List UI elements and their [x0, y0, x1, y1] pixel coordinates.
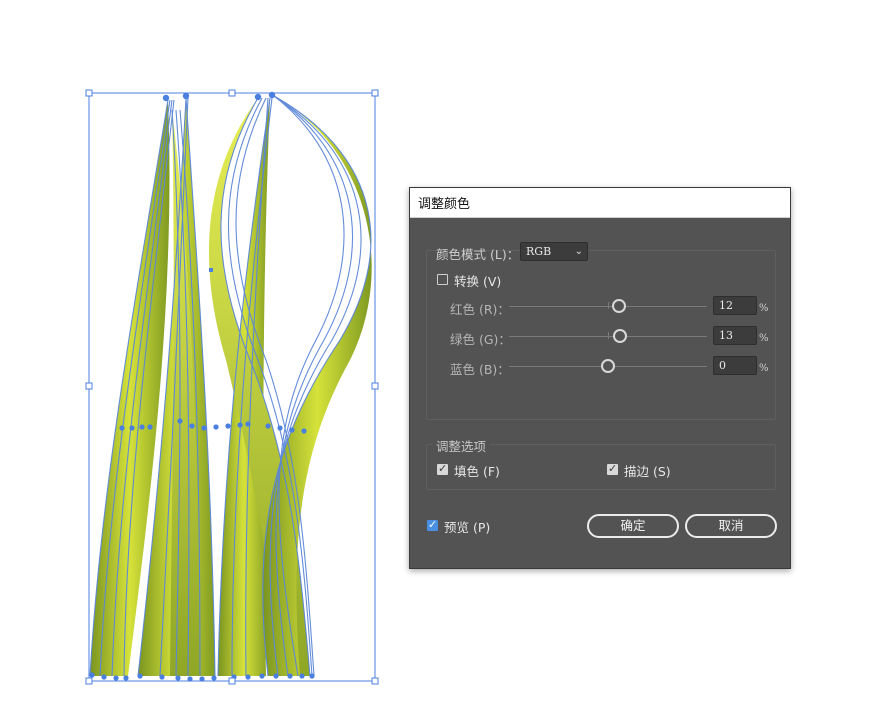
anchor-point-icon [139, 424, 145, 430]
bounding-handle-icon [371, 89, 379, 97]
bounding-handle-icon [371, 382, 379, 390]
anchor-point-icon [123, 675, 129, 681]
ok-button[interactable]: 确定 [587, 514, 679, 538]
anchor-point-icon [175, 675, 181, 681]
anchor-point-icon [177, 418, 183, 424]
bounding-handle-icon [228, 89, 236, 97]
green-value-field[interactable]: 13 [713, 326, 757, 345]
anchor-point-icon [101, 674, 107, 680]
green-slider-center-tick [608, 332, 609, 339]
anchor-point-icon [273, 673, 279, 679]
bounding-handle-icon [85, 89, 93, 97]
anchor-point-icon [265, 423, 271, 429]
options-legend: 调整选项 [432, 436, 491, 455]
green-label: 绿色 (G)： [450, 332, 511, 347]
anchor-point-icon [309, 673, 315, 679]
stroke-checkbox[interactable]: ✓ [607, 462, 618, 475]
anchor-point-icon [211, 675, 217, 681]
blue-label: 蓝色 (B)： [450, 362, 510, 377]
red-value-field[interactable]: 12 [713, 296, 757, 315]
convert-checkbox[interactable] [437, 274, 448, 285]
fill-label: 填色 (F) [454, 464, 500, 479]
check-icon: ✓ [608, 462, 618, 475]
anchor-point-icon [237, 422, 243, 428]
anchor-point-icon [189, 423, 195, 429]
anchor-point-icon [245, 674, 251, 680]
anchor-point-icon [147, 424, 153, 430]
convert-label: 转换 (V) [454, 274, 502, 289]
dialog-title: 调整颜色 [418, 197, 471, 212]
green-slider-thumb[interactable] [613, 329, 627, 343]
green-value: 13 [719, 329, 733, 342]
anchor-point-icon [277, 425, 283, 431]
green-unit: % [759, 333, 769, 344]
preview-checkbox[interactable]: ✓ [427, 518, 438, 531]
anchor-point-icon [289, 427, 295, 433]
bounding-handle-icon [85, 382, 93, 390]
anchor-point-icon [254, 93, 262, 101]
center-point-icon [209, 268, 213, 272]
bounding-handle-icon [228, 677, 236, 685]
anchor-point-icon [162, 94, 170, 102]
anchor-point-icon [119, 425, 125, 431]
check-icon: ✓ [428, 518, 438, 531]
check-icon: ✓ [438, 462, 448, 475]
stroke-label: 描边 (S) [624, 464, 671, 479]
red-label: 红色 (R)： [450, 302, 510, 317]
anchor-point-icon [245, 421, 251, 427]
anchor-point-icon [137, 673, 143, 679]
anchor-point-icon [89, 672, 95, 678]
blue-value: 0 [719, 359, 726, 372]
anchor-point-icon [225, 423, 231, 429]
anchor-point-icon [159, 674, 165, 680]
red-unit: % [759, 303, 769, 314]
chevron-down-icon: ⌄ [574, 246, 583, 257]
dialog-titlebar[interactable]: 调整颜色 [410, 188, 790, 218]
anchor-point-icon [287, 673, 293, 679]
fill-checkbox[interactable]: ✓ [437, 462, 448, 475]
anchor-point-icon [113, 675, 119, 681]
red-slider-center-tick [608, 302, 609, 309]
red-slider-thumb[interactable] [612, 299, 626, 313]
blue-value-field[interactable]: 0 [713, 356, 757, 375]
anchor-point-icon [301, 428, 307, 434]
preview-label: 预览 (P) [444, 520, 491, 535]
anchor-point-icon [201, 425, 207, 431]
cancel-button[interactable]: 取消 [685, 514, 777, 538]
anchor-point-icon [259, 673, 265, 679]
anchor-point-icon [299, 673, 305, 679]
blue-unit: % [759, 363, 769, 374]
bounding-handle-icon [371, 677, 379, 685]
anchor-point-icon [182, 92, 190, 100]
grass-leaves [90, 96, 372, 676]
bounding-handle-icon [85, 677, 93, 685]
color-mode-select[interactable]: RGB ⌄ [520, 242, 588, 261]
blue-slider-thumb[interactable] [601, 359, 615, 373]
adjust-color-dialog: 调整颜色 颜色模式 (L)： RGB ⌄ 转换 (V) 红色 (R)： 12 %… [409, 187, 791, 569]
color-mode-value: RGB [526, 245, 552, 258]
anchor-point-icon [129, 425, 135, 431]
color-mode-label: 颜色模式 (L)： [436, 247, 520, 262]
anchor-point-icon [213, 424, 219, 430]
red-value: 12 [719, 299, 733, 312]
